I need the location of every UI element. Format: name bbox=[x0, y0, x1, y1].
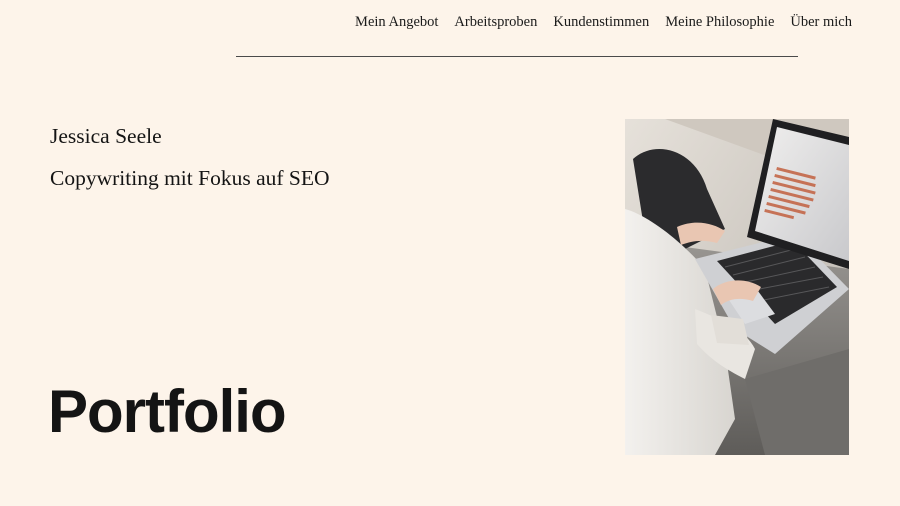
nav-link-arbeitsproben[interactable]: Arbeitsproben bbox=[454, 14, 537, 31]
nav-divider bbox=[236, 56, 798, 57]
author-name: Jessica Seele bbox=[50, 124, 162, 148]
page-title: Portfolio bbox=[48, 378, 287, 445]
hero-photo bbox=[625, 119, 849, 455]
main-nav: Mein Angebot Arbeitsproben Kundenstimmen… bbox=[355, 14, 852, 31]
nav-link-kundenstimmen[interactable]: Kundenstimmen bbox=[553, 14, 649, 31]
nav-link-angebot[interactable]: Mein Angebot bbox=[355, 14, 438, 31]
nav-link-philosophie[interactable]: Meine Philosophie bbox=[665, 14, 774, 31]
nav-link-ueber-mich[interactable]: Über mich bbox=[790, 14, 852, 31]
laptop-photo-illustration bbox=[625, 119, 849, 455]
tagline: Copywriting mit Fokus auf SEO bbox=[50, 166, 330, 190]
